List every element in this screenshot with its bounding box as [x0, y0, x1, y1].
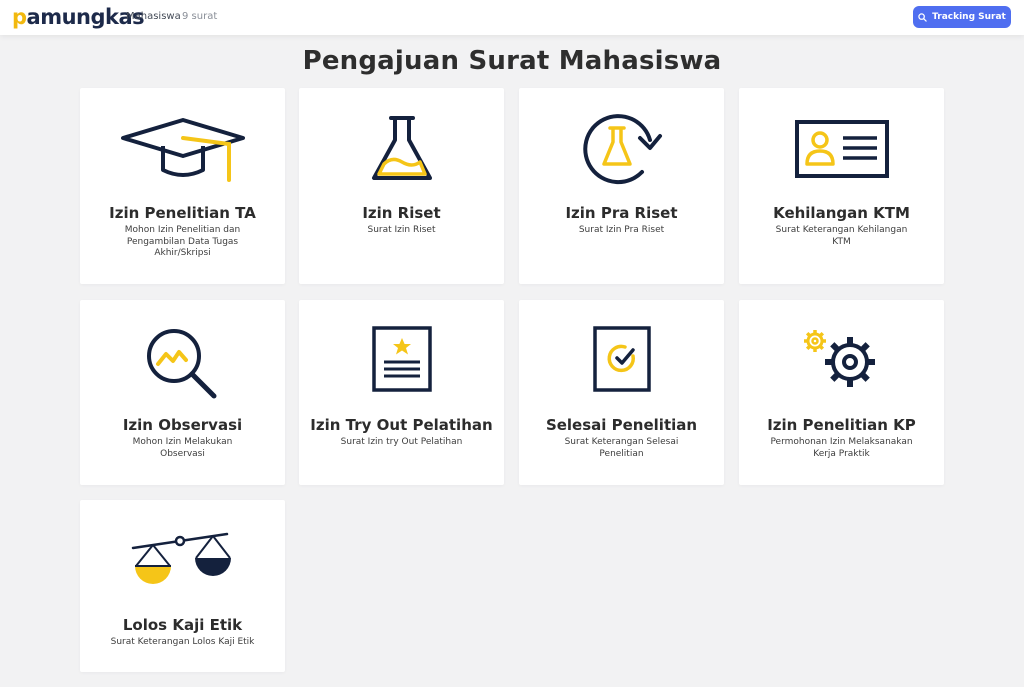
- card-description: Surat Keterangan Kehilangan KTM: [775, 225, 908, 247]
- card-title: Lolos Kaji Etik: [122, 616, 243, 634]
- card-kehilangan-ktm[interactable]: Kehilangan KTM Surat Keterangan Kehilang…: [739, 88, 944, 284]
- brand-logo-initial: p: [12, 5, 27, 29]
- navbar: pamungkas Mahasiswa 9 surat Tracking Sur…: [0, 0, 1024, 35]
- card-izin-riset[interactable]: Izin Riset Surat Izin Riset: [299, 88, 504, 284]
- check-document-icon: [592, 326, 651, 392]
- card-izin-pra-riset[interactable]: Izin Pra Riset Surat Izin Pra Riset: [519, 88, 724, 284]
- card-lolos-kaji-etik[interactable]: Lolos Kaji Etik Surat Keterangan Lolos K…: [80, 500, 285, 672]
- tracking-surat-label: Tracking Surat: [932, 12, 1006, 22]
- balance-scale-icon: [131, 532, 231, 584]
- card-description: Surat Keterangan Lolos Kaji Etik: [110, 637, 255, 647]
- card-izin-try-out-pelatihan[interactable]: Izin Try Out Pelatihan Surat Izin try Ou…: [299, 300, 504, 485]
- letter-count: 9 surat: [182, 11, 218, 22]
- brand-logo[interactable]: pamungkas: [12, 4, 145, 30]
- card-title: Izin Penelitian KP: [767, 416, 916, 434]
- card-izin-observasi[interactable]: Izin Observasi Mohon Izin Melakukan Obse…: [80, 300, 285, 485]
- search-icon: [918, 12, 927, 22]
- card-description: Surat Keterangan Selesai Penelitian: [564, 437, 679, 459]
- flask-icon: [371, 116, 432, 180]
- magnifier-chart-icon: [146, 329, 216, 399]
- card-description: Permohonan Izin Melaksanakan Kerja Prakt…: [770, 437, 913, 459]
- card-description: Surat Izin try Out Pelatihan: [340, 437, 463, 447]
- card-izin-penelitian-ta[interactable]: Izin Penelitian TA Mohon Izin Penelitian…: [80, 88, 285, 284]
- card-title: Izin Pra Riset: [565, 204, 678, 222]
- card-description: Mohon Izin Penelitian dan Pengambilan Da…: [124, 225, 241, 258]
- card-title: Izin Penelitian TA: [109, 204, 256, 222]
- card-izin-penelitian-kp[interactable]: Izin Penelitian KP Permohonan Izin Melak…: [739, 300, 944, 485]
- card-description: Mohon Izin Melakukan Observasi: [132, 437, 233, 459]
- card-title: Izin Riset: [362, 204, 441, 222]
- gears-icon: [803, 330, 875, 387]
- page-title: Pengajuan Surat Mahasiswa: [302, 46, 722, 76]
- flask-cycle-icon: [582, 114, 662, 185]
- card-description: Surat Izin Riset: [367, 225, 436, 235]
- card-title: Kehilangan KTM: [773, 204, 910, 222]
- id-card-icon: [794, 120, 889, 178]
- card-title: Izin Observasi: [122, 416, 243, 434]
- nav-link-mahasiswa[interactable]: Mahasiswa: [126, 11, 181, 22]
- graduation-cap-icon: [120, 118, 245, 182]
- tracking-surat-button[interactable]: Tracking Surat: [913, 6, 1011, 28]
- certificate-icon: [371, 326, 432, 392]
- card-title: Izin Try Out Pelatihan: [310, 416, 493, 434]
- card-description: Surat Izin Pra Riset: [578, 225, 665, 235]
- card-selesai-penelitian[interactable]: Selesai Penelitian Surat Keterangan Sele…: [519, 300, 724, 485]
- card-title: Selesai Penelitian: [545, 416, 698, 434]
